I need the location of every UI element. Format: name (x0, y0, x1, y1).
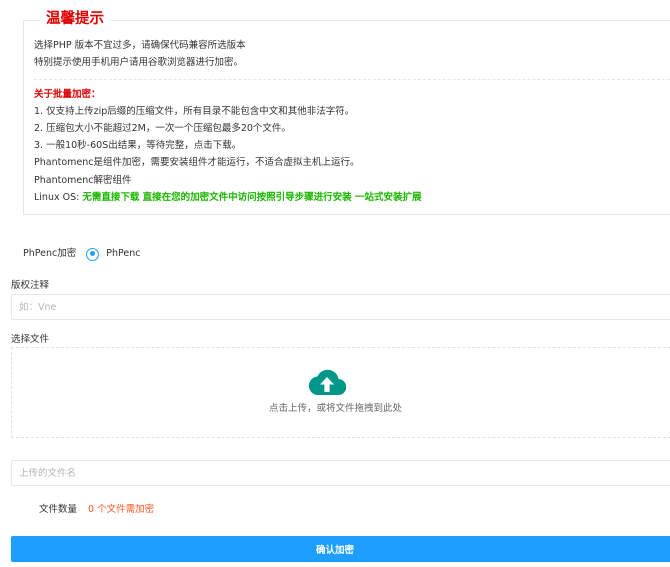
dropzone-text: 点击上传，或将文件拖拽到此处 (268, 403, 402, 414)
notice-divider (34, 79, 670, 80)
phpenc-radio-label[interactable]: PhPenc (106, 247, 140, 261)
file-count-value: 0 个文件需加密 (88, 504, 155, 515)
confirm-encrypt-button[interactable]: 确认加密 (11, 536, 670, 562)
linux-os-line: Linux OS: 无需直接下载 直接在您的加密文件中访问按照引导步骤进行安装 … (34, 192, 421, 204)
encrypt-type-row: PhPenc加密 PhPenc (23, 247, 140, 261)
cloud-upload-icon (308, 369, 346, 396)
batch-item: 2. 压缩包大小不能超过2M，一次一个压缩包最多20个文件。 (34, 123, 291, 134)
linux-os-highlight: 无需直接下载 直接在您的加密文件中访问按照引导步骤进行安装 一站式安装扩展 (82, 192, 422, 203)
copyright-input[interactable] (11, 294, 670, 320)
encrypt-type-label: PhPenc加密 (23, 248, 77, 259)
batch-item: Phantomenc是组件加密，需要安装组件才能运行，不适合虚拟主机上运行。 (34, 157, 360, 168)
phpenc-radio[interactable] (86, 247, 100, 261)
linux-os-label: Linux OS: (34, 192, 83, 203)
batch-heading: 关于批量加密： (34, 89, 101, 100)
batch-item: Phantomenc解密组件 (34, 175, 132, 186)
file-select-label: 选择文件 (11, 334, 50, 345)
batch-item: 1. 仅支持上传zip后缀的压缩文件，所有目录不能包含中文和其他非法字符。 (34, 106, 355, 117)
copyright-label: 版权注释 (11, 280, 50, 291)
notice-line: 特别提示使用手机用户请用谷歌浏览器进行加密。 (34, 57, 244, 68)
file-count-row: 文件数量 0 个文件需加密 (39, 504, 154, 516)
notice-title: 温馨提示 (40, 10, 110, 28)
file-dropzone[interactable]: 点击上传，或将文件拖拽到此处 (11, 347, 670, 438)
file-count-label: 文件数量 (39, 504, 78, 515)
uploaded-filename-input[interactable] (11, 460, 670, 486)
notice-line: 选择PHP 版本不宜过多，请确保代码兼容所选版本 (34, 40, 246, 51)
batch-item: 3. 一般10秒-60S出结果，等待完整，点击下载。 (34, 140, 242, 151)
